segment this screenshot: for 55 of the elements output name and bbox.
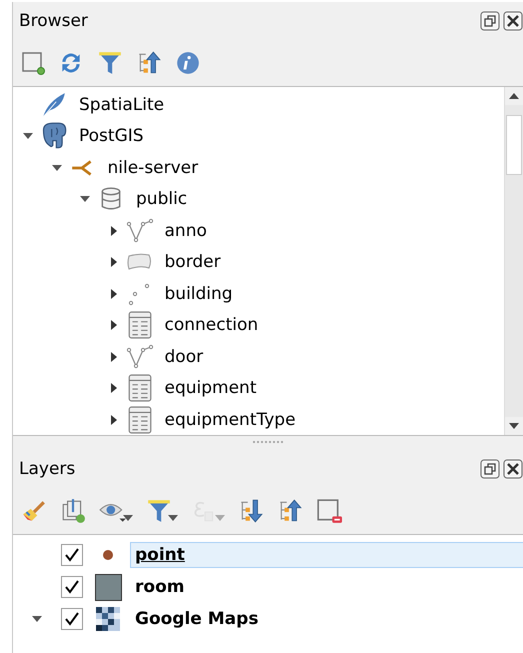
tree-item-label[interactable]: door	[164, 346, 204, 367]
layer-checkbox[interactable]	[61, 544, 83, 566]
info-icon[interactable]	[175, 50, 201, 76]
collapsed-arrow-icon[interactable]	[108, 414, 118, 425]
collapsed-arrow-icon[interactable]	[108, 257, 118, 268]
float-panel-icon[interactable]	[480, 11, 500, 31]
caret-icon[interactable]	[168, 515, 178, 521]
elephant-icon	[40, 122, 68, 150]
remove-layer-icon[interactable]	[316, 498, 342, 524]
tree-item-label[interactable]: public	[136, 189, 188, 210]
line-layer-icon	[126, 218, 154, 244]
scrollbar[interactable]	[504, 87, 523, 435]
close-icon[interactable]	[503, 11, 523, 31]
expanded-arrow-icon[interactable]	[23, 131, 33, 142]
expanded-arrow-icon[interactable]	[80, 194, 90, 204]
tree-item-label[interactable]: equipment	[164, 378, 256, 398]
tree-item-label[interactable]: nile-server	[108, 158, 198, 178]
collapsed-arrow-icon[interactable]	[108, 383, 118, 394]
expanded-arrow-icon[interactable]	[52, 162, 62, 173]
panel-title: Layers	[19, 459, 76, 479]
collapsed-arrow-icon[interactable]	[108, 288, 118, 299]
new-layer-icon[interactable]	[21, 51, 45, 75]
collapsed-arrow-icon[interactable]	[108, 352, 118, 362]
filter-icon[interactable]	[146, 498, 172, 524]
close-icon[interactable]	[503, 459, 523, 479]
float-panel-icon[interactable]	[480, 459, 500, 479]
layer-name[interactable]: room	[131, 575, 188, 599]
collapsed-arrow-icon[interactable]	[108, 226, 118, 236]
layer-name[interactable]: Google Maps	[131, 607, 262, 631]
add-group-icon[interactable]	[60, 498, 86, 524]
layer-name[interactable]: point	[131, 543, 523, 567]
scroll-up-icon[interactable]	[509, 93, 519, 99]
caret-icon[interactable]	[123, 515, 133, 521]
tree-item-label[interactable]: border	[164, 252, 221, 272]
panel-title: Browser	[19, 11, 89, 31]
scrollbar-thumb[interactable]	[506, 115, 522, 175]
table-icon	[126, 406, 152, 434]
tree-item-label[interactable]: connection	[164, 315, 258, 336]
tree-item-label[interactable]: SpatiaLite	[79, 94, 164, 115]
tree-item-label[interactable]: building	[164, 284, 233, 304]
expanded-arrow-icon[interactable]	[32, 614, 42, 624]
scroll-down-icon[interactable]	[509, 423, 519, 429]
table-icon	[126, 311, 152, 340]
collapsed-arrow-icon[interactable]	[108, 320, 118, 330]
filter-icon[interactable]	[97, 50, 123, 76]
raster-icon	[96, 607, 120, 631]
feather-icon	[41, 92, 67, 118]
tree-item-label[interactable]: anno	[164, 220, 207, 241]
layer-checkbox[interactable]	[61, 608, 83, 630]
table-icon	[126, 374, 152, 402]
line-layer-icon	[126, 344, 154, 370]
tree-item-label[interactable]: equipmentType	[164, 410, 296, 430]
fill-symbol-icon	[94, 574, 122, 600]
tree-item-label[interactable]: PostGIS	[79, 126, 144, 146]
layer-checkbox[interactable]	[61, 576, 83, 598]
